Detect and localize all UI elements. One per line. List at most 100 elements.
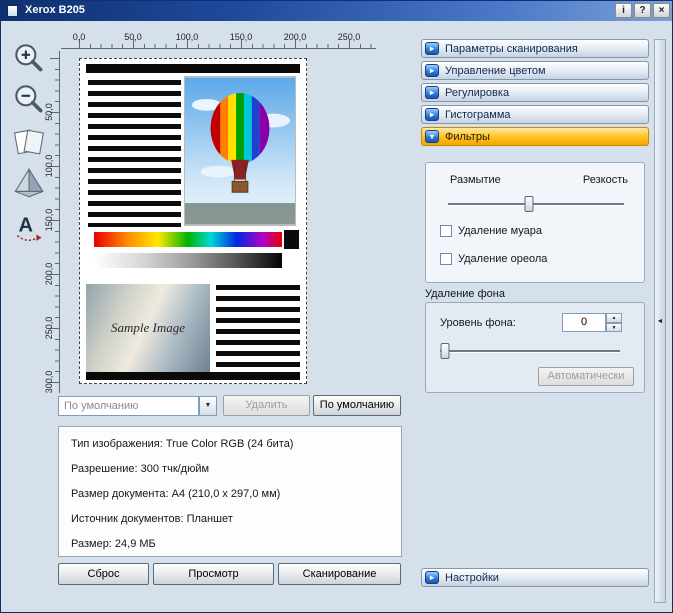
ruler-label: 150,0 — [44, 208, 54, 232]
slider-thumb[interactable] — [524, 196, 534, 212]
background-level-label: Уровень фона: — [440, 317, 516, 329]
info-source: Источник документов: Планшет — [71, 513, 233, 525]
scan-button[interactable]: Сканирование — [278, 563, 401, 585]
panel-collapse-strip[interactable]: ◄ — [654, 39, 666, 603]
app-icon — [7, 5, 18, 17]
section-histogram[interactable]: ▸ Гистограмма — [421, 105, 649, 124]
ruler-label: 300,0 — [44, 370, 54, 394]
scan-preview-page[interactable]: Sample Image — [79, 58, 307, 384]
automatic-button[interactable]: Автоматически — [538, 367, 634, 386]
reset-button[interactable]: Сброс — [58, 563, 149, 585]
vertical-ruler: 50,0 100,0 150,0 200,0 250,0 300,0 — [44, 51, 60, 393]
chevron-down-icon: ▾ — [425, 130, 439, 143]
moire-removal-label: Удаление муара — [458, 225, 543, 237]
background-level-spinner[interactable]: 0 ▲ ▼ — [562, 313, 622, 332]
sharpness-label: Резкость — [582, 174, 628, 186]
text-lines-right — [216, 285, 300, 367]
blur-label: Размытие — [450, 174, 501, 186]
ruler-label: 200,0 — [44, 262, 54, 286]
info-resolution: Разрешение: 300 тчк/дюйм — [71, 463, 210, 475]
sample-photo: Sample Image — [86, 284, 210, 372]
spin-down-icon[interactable]: ▼ — [606, 322, 622, 332]
blur-sharpness-group: Размытие Резкость Удаление муара Удалени… — [425, 162, 645, 283]
prism-icon — [14, 167, 44, 198]
balloon-image — [184, 76, 296, 226]
mirror-button[interactable] — [10, 164, 48, 202]
sample-photo-caption: Sample Image — [110, 320, 185, 335]
info-file-size: Размер: 24,9 МБ — [71, 538, 156, 550]
ruler-label: 100,0 — [175, 32, 199, 42]
title-bar[interactable]: Xerox B205 i ? × — [1, 1, 672, 21]
zoom-in-icon — [15, 44, 43, 72]
ruler-label: 250,0 — [337, 32, 361, 42]
color-gradient-bar — [94, 232, 282, 247]
chevron-right-icon: ▸ — [425, 64, 439, 77]
zoom-in-button[interactable] — [10, 40, 48, 78]
text-lines-left — [88, 80, 181, 227]
chevron-right-icon: ▸ — [425, 108, 439, 121]
close-button[interactable]: × — [653, 3, 670, 18]
section-label: Настройки — [445, 571, 499, 584]
section-adjustment[interactable]: ▸ Регулировка — [421, 83, 649, 102]
ruler-label: 50,0 — [124, 32, 142, 42]
checkbox-icon[interactable] — [440, 225, 452, 237]
slider-track — [440, 350, 620, 352]
preview-button[interactable]: Просмотр — [153, 563, 274, 585]
ruler-label: 100,0 — [44, 154, 54, 178]
background-level-value[interactable]: 0 — [562, 313, 606, 332]
section-label: Гистограмма — [445, 108, 511, 121]
delete-preset-button[interactable]: Удалить — [223, 395, 310, 416]
section-label: Фильтры — [445, 130, 490, 143]
info-image-type: Тип изображения: True Color RGB (24 бита… — [71, 438, 294, 450]
halo-removal-label: Удаление ореола — [458, 253, 548, 265]
zoom-out-icon — [15, 85, 43, 113]
slider-track — [448, 203, 624, 205]
info-document-size: Размер документа: A4 (210,0 x 297,0 мм) — [71, 488, 281, 500]
slider-thumb[interactable] — [440, 343, 450, 359]
chevron-right-icon: ▸ — [425, 86, 439, 99]
moire-removal-row[interactable]: Удаление муара — [440, 225, 542, 237]
section-label: Регулировка — [445, 86, 510, 99]
color-bar-end-block — [284, 230, 299, 249]
zoom-out-button[interactable] — [10, 81, 48, 119]
ruler-label: 150,0 — [229, 32, 253, 42]
svg-text:A: A — [18, 214, 32, 236]
section-scan-parameters[interactable]: ▸ Параметры сканирования — [421, 39, 649, 58]
preset-dropdown-button[interactable]: ▼ — [199, 396, 217, 416]
ruler-label: 50,0 — [44, 103, 54, 121]
auto-enhance-button[interactable]: A — [10, 206, 48, 244]
background-removal-group: Уровень фона: 0 ▲ ▼ Автоматически — [425, 302, 645, 393]
checkbox-icon[interactable] — [440, 253, 452, 265]
background-level-slider[interactable] — [440, 343, 620, 360]
section-settings[interactable]: ▸ Настройки — [421, 568, 649, 587]
halo-removal-row[interactable]: Удаление ореола — [440, 253, 547, 265]
auto-text-icon: A — [16, 214, 42, 242]
preset-combobox[interactable]: По умолчанию — [58, 396, 199, 416]
window-title: Xerox B205 — [25, 4, 85, 16]
ruler-label: 0,0 — [72, 32, 86, 42]
test-bar-bottom — [86, 372, 300, 380]
scan-info-box: Тип изображения: True Color RGB (24 бита… — [58, 426, 402, 557]
chevron-right-icon: ▸ — [425, 42, 439, 55]
ruler-label: 200,0 — [283, 32, 307, 42]
background-removal-title: Удаление фона — [425, 288, 505, 300]
section-color-management[interactable]: ▸ Управление цветом — [421, 61, 649, 80]
pages-button[interactable] — [10, 123, 48, 161]
ruler-label: 250,0 — [44, 316, 54, 340]
section-label: Параметры сканирования — [445, 42, 578, 55]
default-preset-button[interactable]: По умолчанию — [313, 395, 401, 416]
scanner-dialog-window: Xerox B205 i ? × A 0,0 50,0 100,0 150,0 … — [0, 0, 673, 613]
section-label: Управление цветом — [445, 64, 546, 77]
collapse-left-icon: ◄ — [656, 317, 664, 325]
section-filters[interactable]: ▾ Фильтры — [421, 127, 649, 146]
spin-up-icon[interactable]: ▲ — [606, 313, 622, 323]
chevron-down-icon: ▼ — [204, 402, 212, 409]
info-button[interactable]: i — [615, 3, 632, 18]
grayscale-gradient-bar — [94, 253, 282, 268]
chevron-right-icon: ▸ — [425, 571, 439, 584]
blur-sharpness-slider[interactable] — [448, 196, 624, 213]
horizontal-ruler: 0,0 50,0 100,0 150,0 200,0 250,0 — [61, 32, 376, 49]
pages-icon — [14, 129, 44, 155]
help-button[interactable]: ? — [634, 3, 651, 18]
test-bar-top — [86, 64, 300, 73]
